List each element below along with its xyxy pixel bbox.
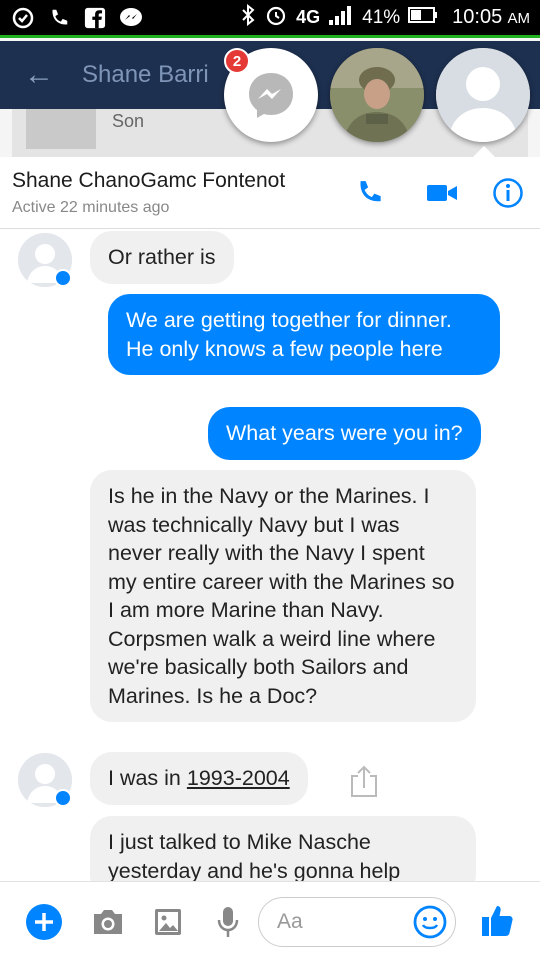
clock: 10:05 AM	[452, 6, 530, 29]
video-camera-icon	[427, 185, 457, 201]
message-input-placeholder: Aa	[277, 910, 303, 933]
active-head-pointer	[472, 146, 496, 158]
bluetooth-icon	[240, 3, 256, 32]
message-bubble-incoming[interactable]: I was in 1993-2004	[90, 752, 308, 805]
messenger-badge-icon	[54, 269, 72, 287]
message-list[interactable]: Or rather is We are getting together for…	[0, 229, 540, 881]
message-bubble-outgoing[interactable]: We are getting together for dinner. He o…	[108, 294, 500, 375]
status-bar: 4G 41% 10:05 AM	[0, 0, 540, 38]
composer-bar: Aa	[0, 881, 540, 960]
active-status: Active 22 minutes ago	[12, 199, 170, 216]
message-text: Is he in the Navy or the Marines. I was …	[108, 484, 455, 708]
message-text: What years were you in?	[226, 421, 463, 445]
clock-time: 10:05	[452, 6, 503, 28]
camera-icon	[94, 910, 122, 934]
messenger-logo-icon	[249, 73, 293, 118]
phone-icon	[360, 181, 381, 202]
messenger-status-icon	[118, 6, 144, 30]
voice-call-button[interactable]	[352, 175, 388, 211]
phone-call-icon	[46, 6, 72, 30]
messenger-badge-icon	[54, 789, 72, 807]
microphone-icon	[217, 907, 239, 937]
clock-ampm: AM	[507, 10, 531, 27]
gallery-button[interactable]	[148, 902, 188, 942]
message-bubble-outgoing[interactable]: What years were you in?	[208, 407, 481, 460]
more-actions-button[interactable]	[24, 902, 64, 942]
message-text: I was in	[108, 766, 187, 790]
chat-head-default-avatar[interactable]	[436, 48, 530, 142]
message-link[interactable]: 1993-2004	[187, 766, 290, 790]
message-text: Or rather is	[108, 245, 216, 269]
back-arrow-icon[interactable]: ←	[24, 58, 64, 92]
image-icon	[155, 909, 181, 935]
message-bubble-incoming[interactable]: I just talked to Mike Nasche yesterday a…	[90, 816, 476, 881]
contact-name[interactable]: Shane ChanoGamc Fontenot	[12, 169, 285, 193]
info-button[interactable]	[490, 175, 526, 211]
unread-badge: 2	[224, 48, 250, 74]
info-icon	[493, 178, 523, 208]
share-icon	[351, 765, 377, 797]
message-text: I just talked to Mike Nasche yesterday a…	[108, 830, 401, 881]
plus-circle-icon	[26, 904, 62, 940]
alarm-icon	[264, 3, 288, 33]
like-button[interactable]	[478, 900, 518, 940]
signal-icon	[328, 5, 354, 31]
emoji-button[interactable]	[410, 902, 450, 942]
smiley-icon	[413, 905, 447, 939]
facebook-icon	[82, 6, 108, 30]
underlying-title: Shane Barri	[82, 61, 209, 88]
conversation-header: Shane ChanoGamc Fontenot Active 22 minut…	[0, 157, 540, 229]
underlying-thumbnail	[26, 109, 96, 149]
voice-message-button[interactable]	[208, 902, 248, 942]
message-bubble-incoming[interactable]: Or rather is	[90, 231, 234, 284]
sender-avatar[interactable]	[18, 753, 72, 807]
network-type: 4G	[296, 7, 321, 27]
battery-icon	[408, 6, 438, 29]
default-person-icon	[436, 48, 530, 142]
underlying-relation: Son	[112, 111, 145, 131]
sender-avatar[interactable]	[18, 233, 72, 287]
battery-percent: 41%	[362, 6, 401, 28]
message-bubble-incoming[interactable]: Is he in the Navy or the Marines. I was …	[90, 470, 476, 722]
message-text: We are getting together for dinner. He o…	[126, 308, 452, 361]
soldier-avatar-image	[330, 48, 424, 142]
thumbs-up-icon	[482, 906, 513, 936]
chat-head-contact-photo[interactable]	[330, 48, 424, 142]
video-call-button[interactable]	[424, 175, 460, 211]
share-button[interactable]	[346, 763, 382, 799]
sync-icon	[10, 6, 36, 30]
camera-button[interactable]	[88, 902, 128, 942]
